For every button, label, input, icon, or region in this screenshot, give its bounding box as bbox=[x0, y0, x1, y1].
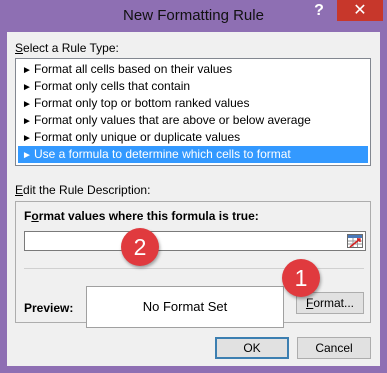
title-bar: New Formatting Rule ? ✕ bbox=[0, 0, 387, 32]
preview-label: Preview: bbox=[24, 301, 74, 315]
close-button[interactable]: ✕ bbox=[337, 0, 383, 21]
preview-box: No Format Set bbox=[86, 286, 284, 328]
annotation-badge-1: 1 bbox=[282, 259, 320, 297]
item-arrow-icon: ► bbox=[22, 82, 32, 93]
rule-type-item-average[interactable]: ► Format only values that are above or be… bbox=[18, 112, 368, 129]
rule-type-item-top-bottom[interactable]: ► Format only top or bottom ranked values bbox=[18, 95, 368, 112]
annotation-badge-2: 2 bbox=[121, 228, 159, 266]
item-arrow-icon: ► bbox=[22, 116, 32, 127]
new-formatting-rule-dialog: New Formatting Rule ? ✕ Select a Rule Ty… bbox=[0, 0, 387, 373]
cancel-button[interactable]: Cancel bbox=[297, 337, 371, 359]
item-arrow-icon: ► bbox=[22, 150, 32, 161]
rule-type-item-all-cells[interactable]: ► Format all cells based on their values bbox=[18, 61, 368, 78]
item-arrow-icon: ► bbox=[22, 65, 32, 76]
formula-field[interactable] bbox=[24, 231, 366, 251]
rule-type-list[interactable]: ► Format all cells based on their values … bbox=[15, 58, 371, 166]
rule-description-panel: Format values where this formula is true… bbox=[15, 201, 371, 328]
rule-type-label: Select a Rule Type: bbox=[15, 41, 119, 55]
close-icon: ✕ bbox=[353, 2, 367, 19]
formula-label: Format values where this formula is true… bbox=[24, 209, 259, 223]
item-arrow-icon: ► bbox=[22, 99, 32, 110]
rule-type-item-unique-duplicate[interactable]: ► Format only unique or duplicate values bbox=[18, 129, 368, 146]
item-arrow-icon: ► bbox=[22, 133, 32, 144]
rule-type-item-contain[interactable]: ► Format only cells that contain bbox=[18, 78, 368, 95]
rule-description-label: Edit the Rule Description: bbox=[15, 183, 151, 197]
dialog-body: Select a Rule Type: ► Format all cells ba… bbox=[7, 32, 380, 366]
help-button[interactable]: ? bbox=[301, 0, 337, 21]
formula-input[interactable] bbox=[25, 232, 343, 250]
ok-button[interactable]: OK bbox=[215, 337, 289, 359]
rule-type-item-formula[interactable]: ► Use a formula to determine which cells … bbox=[18, 146, 368, 163]
range-selector-icon[interactable] bbox=[347, 234, 363, 248]
